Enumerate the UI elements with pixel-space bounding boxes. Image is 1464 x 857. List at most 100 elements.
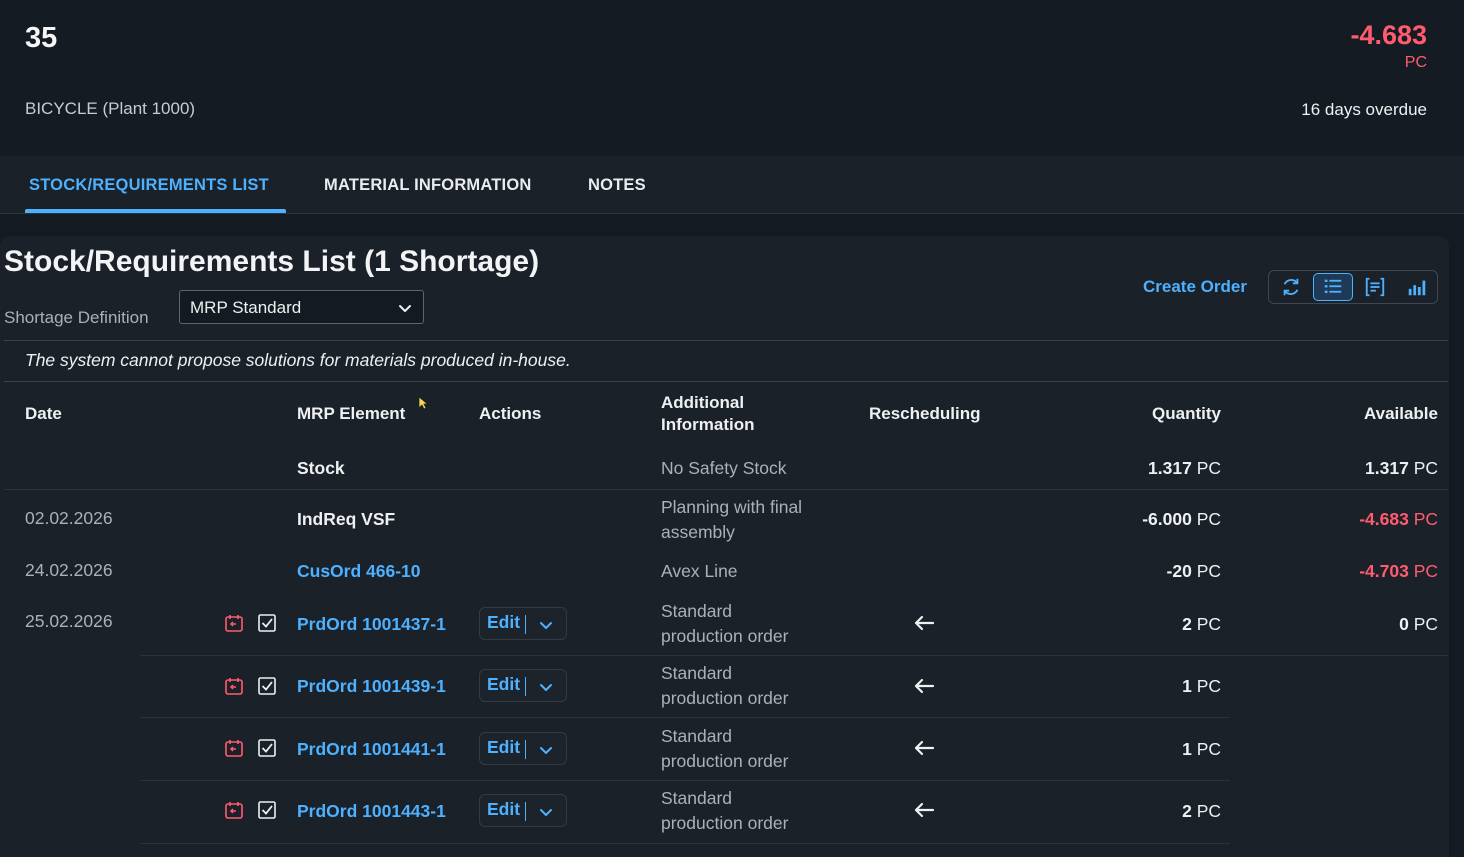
column-header-quantity[interactable]: Quantity bbox=[1100, 403, 1221, 425]
confirm-checkbox-icon[interactable] bbox=[257, 738, 277, 758]
available-value: 1.317 bbox=[1365, 458, 1409, 478]
reschedule-calendar-icon[interactable] bbox=[224, 676, 244, 696]
edit-menu-button[interactable]: Edit bbox=[479, 794, 567, 827]
available-unit: PC bbox=[1413, 509, 1438, 529]
additional-info: No Safety Stock bbox=[661, 458, 787, 478]
quantity-unit: PC bbox=[1196, 561, 1221, 581]
arrow-left-icon[interactable] bbox=[913, 739, 935, 757]
quantity-cell: 2 PC bbox=[1080, 799, 1221, 824]
additional-info: Planning with final assembly bbox=[661, 495, 802, 545]
edit-menu-button[interactable]: Edit bbox=[479, 732, 567, 765]
additional-info: Standard production order bbox=[661, 599, 788, 649]
list-view-button[interactable] bbox=[1313, 273, 1353, 301]
section-divider bbox=[4, 340, 1448, 341]
additional-info-line1: Standard bbox=[661, 663, 733, 683]
chevron-down-icon bbox=[540, 809, 552, 816]
available-cell: 1.317 PC bbox=[1280, 456, 1438, 481]
row-date: 25.02.2026 bbox=[25, 611, 113, 631]
column-header-actions[interactable]: Actions bbox=[479, 403, 541, 425]
quantity-cell: -20 PC bbox=[1080, 559, 1221, 584]
quantity-value: -20 bbox=[1166, 561, 1192, 581]
mrp-element-link[interactable]: PrdOrd 1001441-1 bbox=[297, 737, 446, 762]
quantity-cell: 1.317 PC bbox=[1080, 456, 1221, 481]
quantity-value: -6.000 bbox=[1142, 509, 1192, 529]
shortage-definition-value: MRP Standard bbox=[190, 298, 302, 317]
tab-notes[interactable]: NOTES bbox=[588, 176, 646, 195]
available-unit: PC bbox=[1413, 458, 1438, 478]
chart-view-button[interactable] bbox=[1397, 273, 1437, 301]
create-order-button[interactable]: Create Order bbox=[1143, 277, 1247, 297]
reschedule-calendar-icon[interactable] bbox=[224, 738, 244, 758]
mrp-element-link[interactable]: PrdOrd 1001439-1 bbox=[297, 674, 446, 699]
edit-menu-button[interactable]: Edit bbox=[479, 669, 567, 702]
detail-view-button[interactable] bbox=[1355, 273, 1395, 301]
arrow-left-icon[interactable] bbox=[913, 801, 935, 819]
chevron-down-icon bbox=[399, 305, 411, 312]
view-toolbar bbox=[1268, 270, 1438, 304]
additional-info-line2: production order bbox=[661, 751, 789, 771]
additional-info-line1: Standard bbox=[661, 788, 733, 808]
column-header-mrp-element[interactable]: MRP Element bbox=[297, 403, 405, 425]
shortage-quantity: -4.683 bbox=[1350, 20, 1427, 50]
reschedule-calendar-icon[interactable] bbox=[224, 613, 244, 633]
row-date: 24.02.2026 bbox=[25, 560, 113, 580]
available-value: -4.703 bbox=[1359, 561, 1409, 581]
refresh-icon bbox=[1283, 278, 1299, 296]
mrp-element-link[interactable]: CusOrd 466-10 bbox=[297, 559, 421, 584]
column-header-date[interactable]: Date bbox=[25, 403, 62, 425]
confirm-checkbox-icon[interactable] bbox=[257, 800, 277, 820]
edit-menu-button[interactable]: Edit bbox=[479, 607, 567, 640]
shortage-definition-select[interactable]: MRP Standard bbox=[179, 290, 424, 324]
row-separator bbox=[140, 717, 1230, 718]
quantity-cell: 1 PC bbox=[1080, 674, 1221, 699]
quantity-value: 1 bbox=[1182, 676, 1192, 696]
object-title: 35 bbox=[25, 22, 58, 54]
available-cell: 0 PC bbox=[1280, 612, 1438, 637]
reschedule-calendar-icon[interactable] bbox=[224, 800, 244, 820]
chevron-down-icon bbox=[540, 684, 552, 691]
quantity-value: 2 bbox=[1182, 614, 1192, 634]
object-header: 35 BICYCLE (Plant 1000) -4.683 PC 16 day… bbox=[0, 0, 1464, 156]
chevron-down-icon bbox=[540, 622, 552, 629]
row-separator bbox=[140, 655, 1448, 656]
quantity-unit: PC bbox=[1196, 614, 1221, 634]
column-header-rescheduling[interactable]: Rescheduling bbox=[869, 403, 980, 425]
quantity-value: 1 bbox=[1182, 739, 1192, 759]
column-header-available[interactable]: Available bbox=[1300, 403, 1438, 425]
confirm-checkbox-icon[interactable] bbox=[257, 676, 277, 696]
edit-label: Edit bbox=[487, 737, 521, 757]
chart-view-icon bbox=[1408, 280, 1426, 296]
refresh-button[interactable] bbox=[1271, 273, 1311, 301]
list-view-icon bbox=[1324, 279, 1342, 293]
available-value: 0 bbox=[1399, 614, 1409, 634]
chevron-down-icon bbox=[540, 747, 552, 754]
mrp-element-link[interactable]: PrdOrd 1001437-1 bbox=[297, 612, 446, 637]
tab-stock-requirements-list[interactable]: STOCK/REQUIREMENTS LIST bbox=[29, 176, 269, 195]
tab-material-information[interactable]: MATERIAL INFORMATION bbox=[324, 176, 531, 195]
mrp-element-indreq: IndReq VSF bbox=[297, 509, 396, 529]
mrp-element-stock: Stock bbox=[297, 458, 345, 478]
quantity-cell: -6.000 PC bbox=[1080, 507, 1221, 532]
edit-separator bbox=[525, 802, 526, 821]
section-title: Stock/Requirements List (1 Shortage) bbox=[4, 245, 540, 278]
confirm-checkbox-icon[interactable] bbox=[257, 613, 277, 633]
mouse-cursor-icon bbox=[418, 396, 428, 410]
additional-info-line1: Planning with final bbox=[661, 497, 803, 517]
additional-info-line1: Standard bbox=[661, 601, 733, 621]
additional-info: Avex Line bbox=[661, 561, 738, 581]
additional-info-line2: assembly bbox=[661, 522, 735, 542]
row-separator bbox=[140, 843, 1230, 844]
shortage-unit: PC bbox=[1404, 54, 1427, 71]
object-subtitle: BICYCLE (Plant 1000) bbox=[25, 99, 196, 118]
additional-info-line2: production order bbox=[661, 688, 789, 708]
additional-info-line2: production order bbox=[661, 626, 789, 646]
column-header-additional-line2: Information bbox=[661, 415, 755, 434]
additional-info-line2: production order bbox=[661, 813, 789, 833]
edit-label: Edit bbox=[487, 799, 521, 819]
mrp-element-link[interactable]: PrdOrd 1001443-1 bbox=[297, 799, 446, 824]
quantity-unit: PC bbox=[1196, 801, 1221, 821]
arrow-left-icon[interactable] bbox=[913, 614, 935, 632]
quantity-unit: PC bbox=[1196, 509, 1221, 529]
arrow-left-icon[interactable] bbox=[913, 677, 935, 695]
column-header-additional-information[interactable]: Additional Information bbox=[661, 392, 755, 436]
